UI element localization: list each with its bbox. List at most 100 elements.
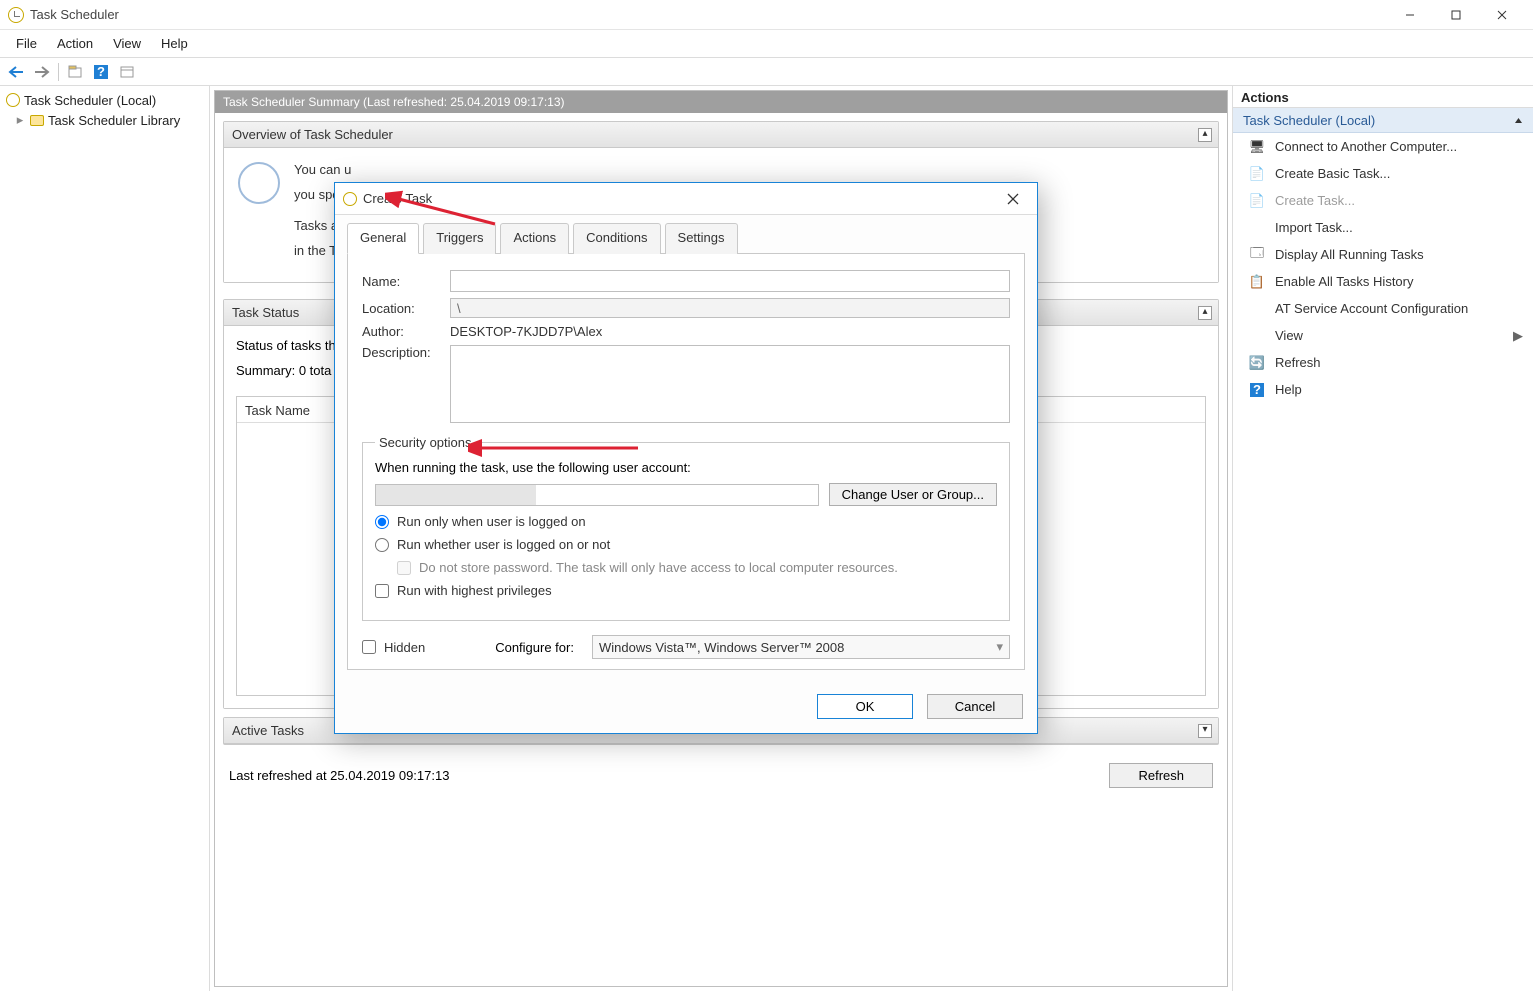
tab-conditions[interactable]: Conditions xyxy=(573,223,660,254)
name-label: Name: xyxy=(362,274,450,289)
configure-for-value: Windows Vista™, Windows Server™ 2008 xyxy=(599,640,844,655)
cancel-button[interactable]: Cancel xyxy=(927,694,1023,719)
forward-button[interactable] xyxy=(30,61,54,83)
action-connect-computer[interactable]: 🖥 Connect to Another Computer... xyxy=(1233,133,1533,160)
ok-button[interactable]: OK xyxy=(817,694,913,719)
action-label: Refresh xyxy=(1275,355,1321,370)
refresh-icon: 🔄 xyxy=(1249,355,1265,371)
checkbox-highest-priv-label: Run with highest privileges xyxy=(397,583,552,598)
menu-file[interactable]: File xyxy=(6,32,47,55)
change-user-button[interactable]: Change User or Group... xyxy=(829,483,997,506)
action-refresh[interactable]: 🔄 Refresh xyxy=(1233,349,1533,376)
radio-logged-off-label: Run whether user is logged on or not xyxy=(397,537,610,552)
checkbox-no-password-label: Do not store password. The task will onl… xyxy=(419,560,898,575)
action-import-task[interactable]: Import Task... xyxy=(1233,214,1533,241)
minimize-button[interactable] xyxy=(1387,0,1433,30)
action-label: View xyxy=(1275,328,1303,343)
overview-title-text: Overview of Task Scheduler xyxy=(232,127,393,142)
menubar: File Action View Help xyxy=(0,30,1533,58)
task-status-title-text: Task Status xyxy=(232,305,299,320)
menu-action[interactable]: Action xyxy=(47,32,103,55)
display-icon: 🗔 xyxy=(1249,247,1265,263)
author-value: DESKTOP-7KJDD7P\Alex xyxy=(450,324,602,339)
radio-logged-off[interactable] xyxy=(375,538,389,552)
action-enable-history[interactable]: 📋 Enable All Tasks History xyxy=(1233,268,1533,295)
action-label: Display All Running Tasks xyxy=(1275,247,1424,262)
checkbox-hidden-label: Hidden xyxy=(384,640,425,655)
panel-collapse-icon[interactable]: ▾ xyxy=(1198,724,1212,738)
history-icon: 📋 xyxy=(1249,274,1265,290)
tree-library-label: Task Scheduler Library xyxy=(48,113,180,128)
chevron-down-icon: ▾ xyxy=(996,639,1003,655)
titlebar: Task Scheduler xyxy=(0,0,1533,30)
annotation-arrow-2 xyxy=(468,438,648,460)
action-label: Enable All Tasks History xyxy=(1275,274,1414,289)
app-clock-icon xyxy=(8,7,24,23)
actions-pane: Actions Task Scheduler (Local) 🖥 Connect… xyxy=(1233,86,1533,991)
description-input[interactable] xyxy=(450,345,1010,423)
panel-collapse-icon[interactable]: ▴ xyxy=(1198,128,1212,142)
computer-icon: 🖥 xyxy=(1249,139,1265,155)
last-refreshed-label: Last refreshed at 25.04.2019 09:17:13 xyxy=(229,768,449,783)
configure-for-label: Configure for: xyxy=(495,640,574,655)
tree-library[interactable]: ▸ Task Scheduler Library xyxy=(2,110,207,130)
name-input[interactable] xyxy=(450,270,1010,292)
security-desc: When running the task, use the following… xyxy=(375,460,997,475)
action-view[interactable]: View ▶ xyxy=(1233,322,1533,349)
tab-general-body: Name: Location: \ Author: DESKTOP-7KJDD7… xyxy=(347,254,1025,670)
svg-text:?: ? xyxy=(1253,383,1261,397)
close-button[interactable] xyxy=(1479,0,1525,30)
actions-section-header[interactable]: Task Scheduler (Local) xyxy=(1233,108,1533,133)
create-task-dialog: Create Task General Triggers Actions Con… xyxy=(334,182,1038,734)
tab-settings[interactable]: Settings xyxy=(665,223,738,254)
checkbox-highest-priv[interactable] xyxy=(375,584,389,598)
security-options-group: Security options When running the task, … xyxy=(362,435,1010,621)
folder-icon xyxy=(30,115,44,126)
radio-logged-on-label: Run only when user is logged on xyxy=(397,514,586,529)
overview-line1: You can u xyxy=(294,162,351,177)
action-label: Create Basic Task... xyxy=(1275,166,1390,181)
at-icon xyxy=(1249,301,1265,317)
action-create-task[interactable]: 📄 Create Task... xyxy=(1233,187,1533,214)
security-legend: Security options xyxy=(375,435,476,450)
action-create-basic-task[interactable]: 📄 Create Basic Task... xyxy=(1233,160,1533,187)
view-icon xyxy=(1249,328,1265,344)
tree-root[interactable]: Task Scheduler (Local) xyxy=(2,90,207,110)
tree-expand-icon[interactable]: ▸ xyxy=(14,114,26,126)
summary-header: Task Scheduler Summary (Last refreshed: … xyxy=(215,91,1227,113)
user-account-field xyxy=(375,484,819,506)
large-clock-icon xyxy=(238,162,280,204)
toolbar-up-button[interactable] xyxy=(63,61,87,83)
action-help[interactable]: ? Help xyxy=(1233,376,1533,403)
checkbox-no-password xyxy=(397,561,411,575)
menu-view[interactable]: View xyxy=(103,32,151,55)
toolbar: ? xyxy=(0,58,1533,86)
toolbar-help-button[interactable]: ? xyxy=(89,61,113,83)
action-at-service[interactable]: AT Service Account Configuration xyxy=(1233,295,1533,322)
dialog-close-button[interactable] xyxy=(997,185,1029,213)
help-icon: ? xyxy=(1249,382,1265,398)
location-label: Location: xyxy=(362,301,450,316)
dialog-clock-icon xyxy=(343,192,357,206)
wizard-icon: 📄 xyxy=(1249,166,1265,182)
action-label: AT Service Account Configuration xyxy=(1275,301,1468,316)
menu-help[interactable]: Help xyxy=(151,32,198,55)
clock-icon xyxy=(6,93,20,107)
refresh-button[interactable]: Refresh xyxy=(1109,763,1213,788)
configure-for-select[interactable]: Windows Vista™, Windows Server™ 2008 ▾ xyxy=(592,635,1010,659)
tree-root-label: Task Scheduler (Local) xyxy=(24,93,156,108)
svg-text:?: ? xyxy=(97,65,105,79)
panel-collapse-icon[interactable]: ▴ xyxy=(1198,306,1212,320)
window-title: Task Scheduler xyxy=(30,7,119,22)
tree-pane: Task Scheduler (Local) ▸ Task Scheduler … xyxy=(0,86,210,991)
radio-logged-on[interactable] xyxy=(375,515,389,529)
checkbox-hidden[interactable] xyxy=(362,640,376,654)
action-display-running[interactable]: 🗔 Display All Running Tasks xyxy=(1233,241,1533,268)
action-label: Create Task... xyxy=(1275,193,1355,208)
action-label: Import Task... xyxy=(1275,220,1353,235)
back-button[interactable] xyxy=(4,61,28,83)
maximize-button[interactable] xyxy=(1433,0,1479,30)
toolbar-window-button[interactable] xyxy=(115,61,139,83)
actions-section-label: Task Scheduler (Local) xyxy=(1243,113,1375,128)
overview-title[interactable]: Overview of Task Scheduler ▴ xyxy=(224,122,1218,148)
